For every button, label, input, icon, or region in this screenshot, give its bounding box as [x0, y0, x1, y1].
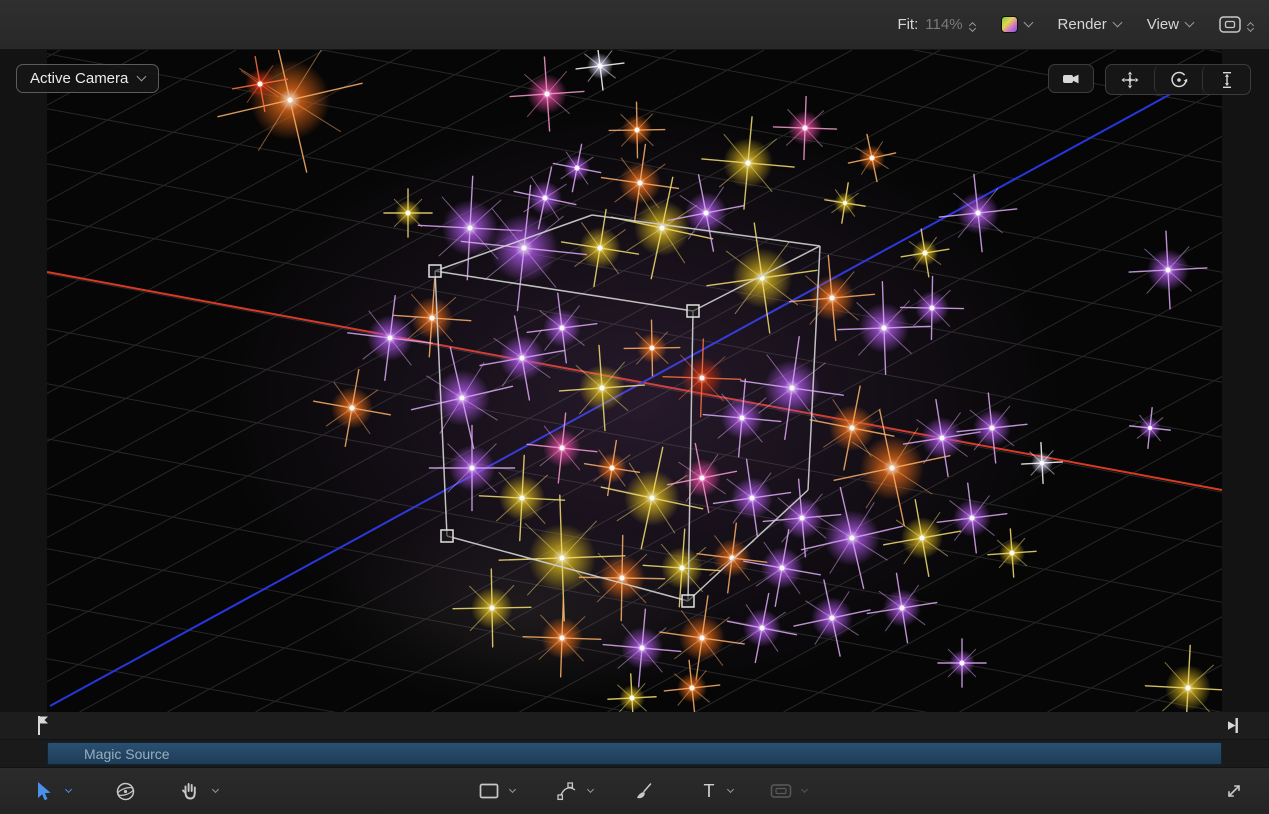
image-mask-tool[interactable]	[768, 776, 794, 806]
orbit-camera-button[interactable]	[1154, 65, 1202, 94]
camera-controls	[1048, 64, 1251, 95]
render-menu[interactable]: Render	[1058, 16, 1121, 33]
camera-record-button[interactable]	[1048, 64, 1094, 93]
channels-menu[interactable]	[1001, 16, 1032, 33]
shape-tool-popup-chevron[interactable]	[509, 786, 516, 793]
camera-tools-group	[1105, 64, 1251, 95]
play-range-in-marker[interactable]	[36, 715, 50, 736]
paintbrush-icon	[634, 782, 653, 801]
mask-tool-popup-chevron[interactable]	[801, 786, 808, 793]
layout-stepper-icon[interactable]	[1248, 19, 1253, 31]
window-layout-icon	[1219, 16, 1241, 33]
pan-tool-popup-chevron[interactable]	[212, 786, 219, 793]
dolly-camera-button[interactable]	[1202, 65, 1250, 94]
rectangle-shape-tool[interactable]	[476, 776, 502, 806]
camera-menu-button[interactable]: Active Camera	[16, 64, 159, 93]
timing-bar: Magic Source	[0, 740, 1269, 767]
play-range-out-marker[interactable]	[1226, 717, 1239, 734]
chevron-down-icon	[1185, 18, 1195, 28]
motion-window: { "toolbar": { "fit_label": "Fit:", "zoo…	[0, 0, 1269, 814]
tool-palette: T	[0, 767, 1269, 814]
mask-rectangle-icon	[770, 782, 792, 800]
view-menu[interactable]: View	[1147, 16, 1193, 33]
zoom-control[interactable]: Fit: 114%	[897, 16, 974, 33]
text-tool-popup-chevron[interactable]	[727, 786, 734, 793]
dolly-arrows-icon	[1218, 71, 1236, 89]
hand-icon	[180, 781, 199, 801]
chevron-down-icon	[1112, 18, 1122, 28]
select-transform-tool[interactable]	[30, 776, 56, 806]
canvas-toolbar: Fit: 114% Render View	[0, 0, 1269, 50]
video-camera-icon	[1061, 70, 1081, 88]
orbit-arrow-icon	[1170, 71, 1188, 89]
mini-timeline[interactable]	[0, 712, 1269, 740]
chevron-down-icon	[1023, 18, 1033, 28]
timeline-clip-label: Magic Source	[84, 746, 170, 762]
orbit-sphere-icon	[115, 781, 136, 802]
render-label: Render	[1058, 16, 1107, 33]
view-label: View	[1147, 16, 1179, 33]
pan-camera-button[interactable]	[1106, 65, 1154, 94]
zoom-stepper-icon[interactable]	[970, 19, 975, 31]
expand-view-button[interactable]	[1221, 776, 1247, 806]
bezier-pen-icon	[557, 782, 578, 801]
layout-control[interactable]	[1219, 16, 1253, 33]
scene-svg	[0, 50, 1269, 712]
chevron-down-icon	[137, 72, 147, 82]
arrow-cursor-icon	[34, 781, 52, 802]
select-tool-popup-chevron[interactable]	[65, 786, 72, 793]
color-channels-icon	[1001, 16, 1018, 33]
paint-stroke-tool[interactable]	[630, 776, 656, 806]
pan-arrows-icon	[1121, 71, 1139, 89]
fit-label: Fit:	[897, 16, 918, 33]
zoom-value: 114%	[925, 16, 962, 33]
rectangle-icon	[479, 783, 499, 799]
3d-transform-tool[interactable]	[112, 776, 138, 806]
canvas-viewport[interactable]: Active Camera	[0, 50, 1269, 712]
pan-view-tool[interactable]	[176, 776, 202, 806]
text-tool-glyph: T	[704, 781, 715, 802]
viewport-scene[interactable]	[0, 50, 1269, 712]
camera-menu-label: Active Camera	[30, 70, 128, 87]
expand-diagonal-icon	[1225, 782, 1243, 800]
timeline-clip[interactable]: Magic Source	[47, 742, 1222, 765]
text-tool[interactable]: T	[696, 776, 722, 806]
bezier-tool-popup-chevron[interactable]	[587, 786, 594, 793]
bezier-tool[interactable]	[554, 776, 580, 806]
